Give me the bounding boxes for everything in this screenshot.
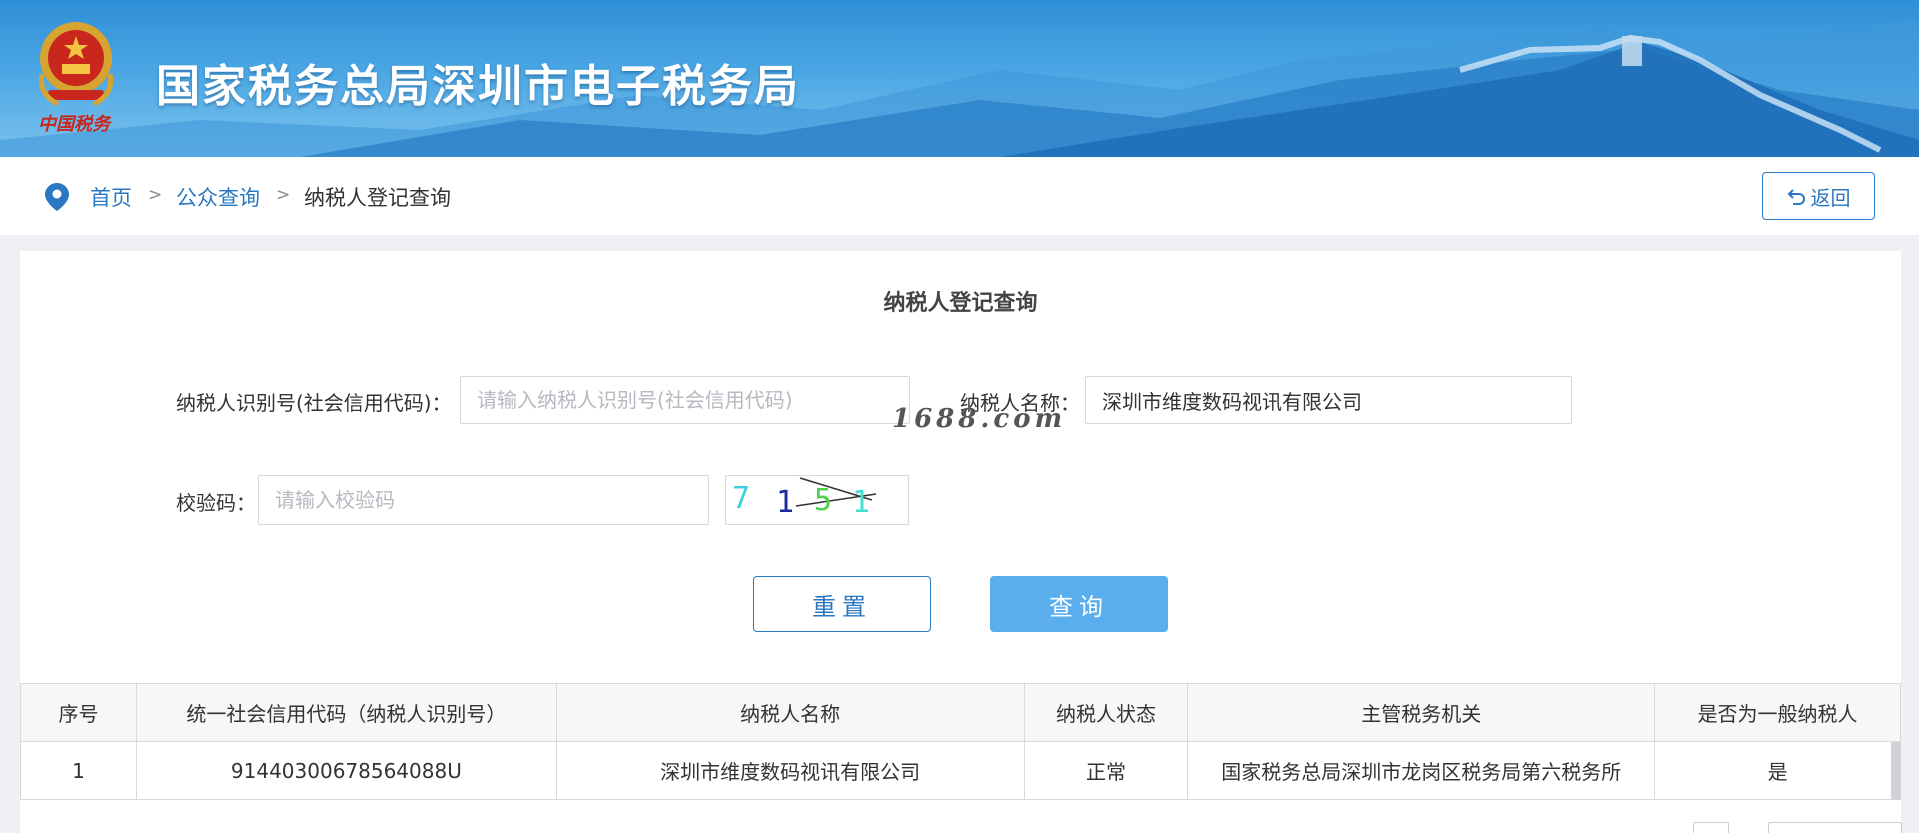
back-button[interactable]: 返回	[1762, 172, 1875, 220]
captcha-char: 5	[814, 483, 832, 518]
column-header: 纳税人状态	[1023, 683, 1189, 742]
column-header: 主管税务机关	[1187, 683, 1656, 742]
breadcrumb: 首页 > 公众查询 > 纳税人登记查询 返回	[0, 157, 1919, 235]
column-header: 统一社会信用代码（纳税人识别号）	[135, 683, 557, 742]
captcha-input[interactable]	[258, 475, 709, 525]
back-button-label: 返回	[1810, 185, 1851, 210]
cell-tax-authority: 国家税务总局深圳市龙岗区税务局第六税务所	[1187, 741, 1656, 800]
reset-button[interactable]: 重置	[753, 576, 931, 632]
undo-arrow-icon	[1787, 189, 1805, 205]
result-table: 序号 统一社会信用代码（纳税人识别号） 纳税人名称 纳税人状态 主管税务机关 是…	[20, 683, 1901, 800]
taxpayer-id-label: 纳税人识别号(社会信用代码)：	[176, 391, 452, 415]
header-banner: 中国税务 国家税务总局深圳市电子税务局	[0, 0, 1919, 157]
table-header-row: 序号 统一社会信用代码（纳税人识别号） 纳税人名称 纳税人状态 主管税务机关 是…	[20, 683, 1901, 742]
captcha-char: 1	[852, 485, 870, 520]
column-header: 序号	[20, 683, 137, 742]
breadcrumb-separator: >	[148, 185, 163, 205]
table-scrollbar[interactable]	[1891, 742, 1901, 800]
breadcrumb-public-query[interactable]: 公众查询	[176, 182, 260, 212]
query-button[interactable]: 查询	[990, 576, 1168, 632]
cell-taxpayer-name: 深圳市维度数码视讯有限公司	[555, 741, 1025, 800]
cell-index: 1	[20, 741, 137, 800]
pagination-page-button[interactable]	[1693, 822, 1729, 833]
cell-general-taxpayer: 是	[1654, 741, 1901, 800]
taxpayer-name-input[interactable]	[1085, 376, 1572, 424]
breadcrumb-home[interactable]: 首页	[90, 182, 132, 212]
captcha-char: 1	[776, 485, 794, 520]
column-header: 是否为一般纳税人	[1654, 683, 1901, 742]
page-title: 纳税人登记查询	[883, 291, 1038, 316]
captcha-image[interactable]: 7 1 5 1	[725, 475, 909, 525]
site-title: 国家税务总局深圳市电子税务局	[156, 61, 800, 112]
cell-credit-code: 91440300678564088U	[135, 741, 557, 800]
breadcrumb-current: 纳税人登记查询	[304, 186, 451, 210]
location-pin-icon	[45, 183, 69, 211]
breadcrumb-separator: >	[276, 185, 291, 205]
emblem-caption: 中国税务	[38, 114, 110, 135]
cell-status: 正常	[1023, 741, 1189, 800]
taxpayer-id-input[interactable]	[460, 376, 910, 424]
column-header: 纳税人名称	[555, 683, 1025, 742]
captcha-char: 7	[732, 481, 750, 516]
pagination-size-select[interactable]	[1768, 822, 1902, 833]
watermark-text: 1688.com	[892, 404, 1067, 434]
captcha-label: 校验码：	[176, 491, 256, 515]
table-row[interactable]: 1 91440300678564088U 深圳市维度数码视讯有限公司 正常 国家…	[20, 741, 1901, 800]
